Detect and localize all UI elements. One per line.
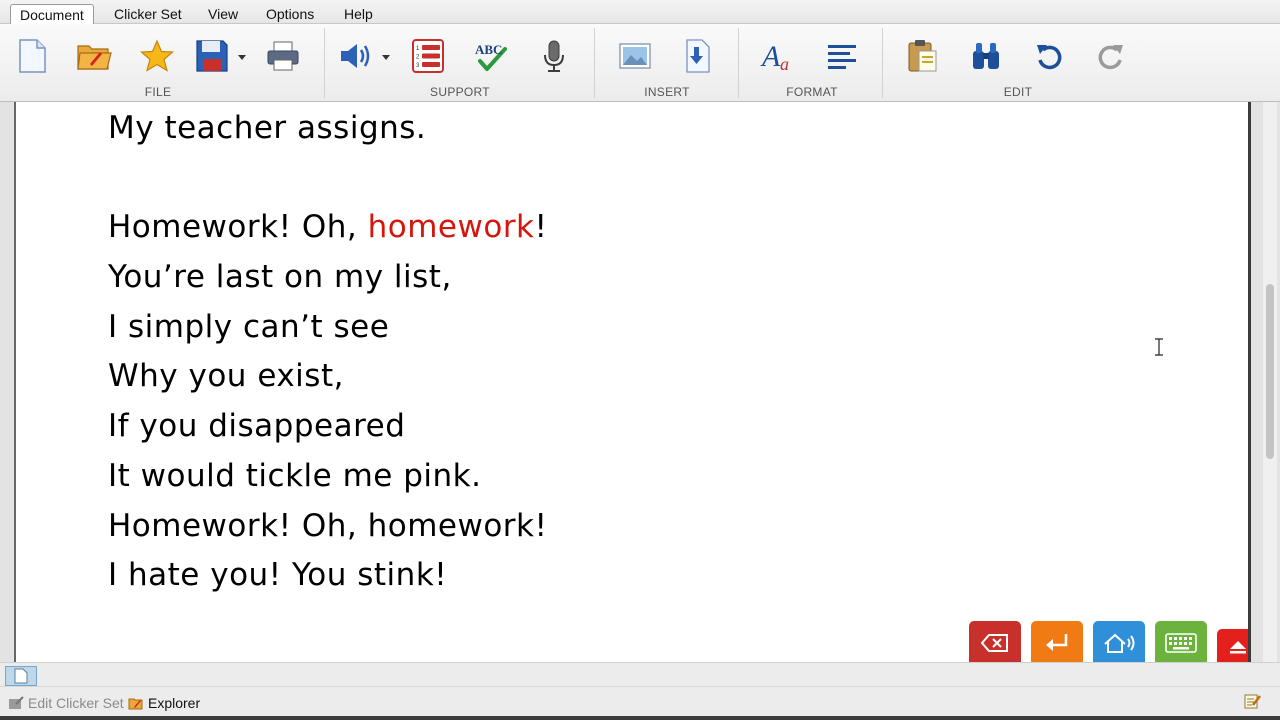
backspace-icon [980, 634, 1008, 652]
document-line: I hate you! You stink! [108, 557, 448, 593]
numbered-list-button[interactable]: 1 2 3 [408, 36, 448, 76]
document-line-suffix: ! [534, 209, 548, 245]
insert-picture-button[interactable] [615, 36, 655, 76]
home-speak-icon [1104, 633, 1135, 653]
print-button[interactable] [263, 36, 303, 76]
keyboard-button[interactable] [1155, 621, 1207, 662]
explorer-button[interactable]: Explorer [128, 695, 200, 711]
microphone-icon [544, 40, 564, 72]
document-line: If you disappeared [108, 408, 406, 444]
support-group-label: SUPPORT [430, 85, 490, 99]
spellcheck-button[interactable]: ABC [470, 36, 510, 76]
speech-button[interactable] [335, 36, 375, 76]
document-line-prefix: Homework! Oh, [108, 209, 368, 245]
bottom-bar: Edit Clicker Set Explorer [0, 686, 1280, 716]
enter-button[interactable] [1031, 621, 1083, 662]
star-icon [140, 39, 174, 72]
ribbon-toolbar: FILE 1 2 3 ABC SUPPORT INSERT A a FORMAT… [0, 24, 1280, 102]
scrollbar-thumb[interactable] [1266, 284, 1274, 459]
menu-bar: Document Clicker Set View Options Help [0, 0, 1280, 24]
printer-icon [267, 41, 299, 71]
svg-text:a: a [780, 54, 789, 74]
document-line: Why you exist, [108, 358, 344, 394]
format-group-label: FORMAT [786, 85, 838, 99]
favourites-button[interactable] [137, 36, 177, 76]
document-line: My teacher assigns. [108, 110, 427, 146]
menu-document[interactable]: Document [10, 4, 94, 24]
clipboard-icon [908, 40, 937, 72]
align-left-icon [828, 45, 856, 69]
edit-clicker-set-label: Edit Clicker Set [28, 695, 124, 711]
speech-dropdown-caret-icon[interactable] [381, 53, 391, 61]
numbered-list-icon: 1 2 3 [412, 39, 444, 73]
record-voice-button[interactable] [534, 36, 574, 76]
svg-text:A: A [760, 40, 781, 73]
new-document-icon [19, 39, 46, 73]
explorer-icon [128, 698, 143, 710]
document-page[interactable]: My teacher assigns. Homework! Oh, homewo… [16, 102, 1248, 662]
file-group-label: FILE [144, 85, 172, 99]
notepad-pencil-icon [1244, 694, 1261, 709]
font-style-button[interactable]: A a [758, 36, 798, 76]
desktop-background [0, 716, 1280, 720]
ribbon-separator [738, 28, 739, 98]
pages-bar [0, 662, 1280, 686]
document-line: It would tickle me pink. [108, 458, 482, 494]
notes-button[interactable] [1244, 693, 1262, 709]
redo-button[interactable] [1091, 36, 1131, 76]
explorer-label: Explorer [148, 695, 201, 711]
undo-button[interactable] [1029, 36, 1069, 76]
menu-view[interactable]: View [199, 4, 247, 24]
picture-icon [619, 43, 651, 69]
edit-clicker-set-button[interactable]: Edit Clicker Set [8, 695, 124, 711]
clicker-app-window: Document Clicker Set View Options Help F… [0, 0, 1280, 720]
insert-document-icon [686, 39, 710, 73]
edit-group-label: EDIT [1003, 85, 1033, 99]
enter-arrow-icon [1046, 634, 1068, 651]
floppy-disk-icon [196, 40, 228, 72]
document-line: I simply can’t see [108, 309, 390, 345]
redo-icon [1098, 45, 1123, 70]
text-cursor-icon [1155, 338, 1163, 356]
text-alignment-button[interactable] [822, 36, 862, 76]
edit-clicker-set-icon [9, 696, 24, 709]
highlighted-word: homework [367, 209, 535, 245]
page-right-edge [1248, 102, 1251, 662]
page-thumbnail[interactable] [5, 666, 37, 686]
paste-button[interactable] [902, 36, 942, 76]
vertical-scrollbar[interactable] [1263, 102, 1277, 662]
speak-home-button[interactable] [1093, 621, 1145, 662]
document-line-highlighted: Homework! Oh, homework! [108, 209, 547, 245]
save-dropdown-caret-icon[interactable] [237, 53, 247, 61]
document-line: Homework! Oh, homework! [108, 508, 548, 544]
document-line: You’re last on my list, [108, 259, 452, 295]
ribbon-separator [882, 28, 883, 98]
font-style-icon: A a [760, 40, 789, 74]
save-button[interactable] [192, 36, 232, 76]
open-button[interactable] [74, 36, 114, 76]
document-frame: My teacher assigns. Homework! Oh, homewo… [0, 102, 1280, 662]
keyboard-icon [1165, 633, 1197, 653]
find-button[interactable] [966, 36, 1006, 76]
menu-help[interactable]: Help [335, 4, 382, 24]
new-document-button[interactable] [12, 36, 52, 76]
eject-icon [1230, 641, 1246, 654]
insert-group-label: INSERT [644, 85, 690, 99]
menu-clicker-set[interactable]: Clicker Set [105, 4, 191, 24]
binoculars-icon [973, 43, 999, 69]
collapse-clicker-button[interactable] [1217, 629, 1248, 662]
delete-word-button[interactable] [969, 621, 1021, 662]
ribbon-separator [324, 28, 325, 98]
ribbon-separator [594, 28, 595, 98]
spellcheck-abc-label: ABC [475, 42, 503, 57]
open-folder-icon [77, 45, 112, 70]
menu-options[interactable]: Options [257, 4, 323, 24]
page-icon [14, 668, 28, 684]
insert-file-button[interactable] [678, 36, 718, 76]
undo-icon [1037, 45, 1062, 70]
speaker-volume-icon [341, 44, 370, 68]
